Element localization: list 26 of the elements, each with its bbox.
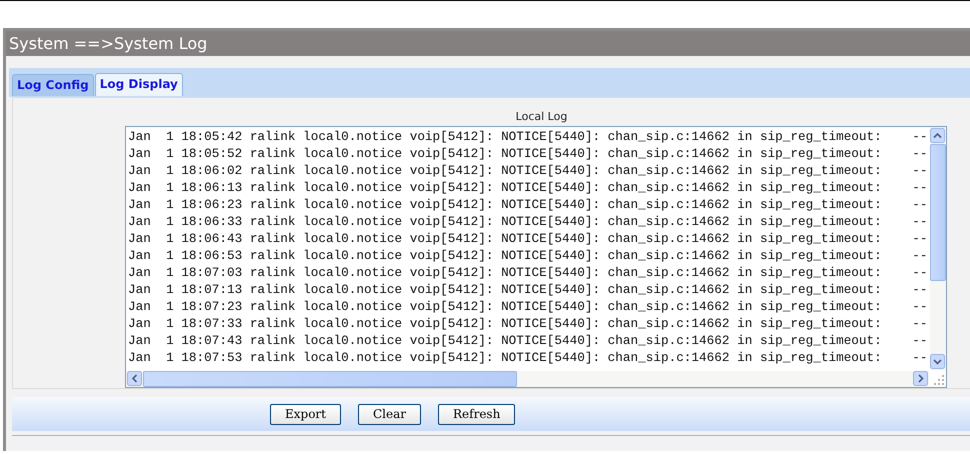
- log-line: Jan 1 18:06:53 ralink local0.notice voip[5412]: NOTICE[5440]: chan_sip.c:14662 in sip_reg_timeout: --: [128, 247, 928, 264]
- action-button[interactable]: Clear: [358, 404, 422, 424]
- log-line: Jan 1 18:07:23 ralink local0.notice voip[5412]: NOTICE[5440]: chan_sip.c:14662 in sip_reg_timeout: --: [128, 298, 928, 315]
- breadcrumb-title: System ==>System Log: [6, 31, 970, 56]
- log-line: Jan 1 18:06:33 ralink local0.notice voip[5412]: NOTICE[5440]: chan_sip.c:14662 in sip_reg_timeout: --: [128, 213, 928, 230]
- action-button[interactable]: Refresh: [438, 404, 516, 424]
- scroll-thumb[interactable]: [930, 144, 946, 281]
- log-line: Jan 1 18:07:33 ralink local0.notice voip[5412]: NOTICE[5440]: chan_sip.c:14662 in sip_reg_timeout: --: [128, 315, 928, 332]
- log-line: Jan 1 18:07:53 ralink local0.notice voip[5412]: NOTICE[5440]: chan_sip.c:14662 in sip_reg_timeout: --: [128, 349, 928, 366]
- scroll-thumb[interactable]: [143, 371, 517, 387]
- log-title: Local Log: [516, 110, 568, 123]
- log-line: Jan 1 18:05:52 ralink local0.notice voip[5412]: NOTICE[5440]: chan_sip.c:14662 in sip_reg_timeout: --: [128, 145, 928, 162]
- log-line: Jan 1 18:07:43 ralink local0.notice voip[5412]: NOTICE[5440]: chan_sip.c:14662 in sip_reg_timeout: --: [128, 332, 928, 349]
- log-line: Jan 1 18:06:02 ralink local0.notice voip[5412]: NOTICE[5440]: chan_sip.c:14662 in sip_reg_timeout: --: [128, 162, 928, 179]
- log-line: Jan 1 18:06:13 ralink local0.notice voip[5412]: NOTICE[5440]: chan_sip.c:14662 in sip_reg_timeout: --: [128, 179, 928, 196]
- log-line: Jan 1 18:07:13 ralink local0.notice voip[5412]: NOTICE[5440]: chan_sip.c:14662 in sip_reg_timeout: --: [128, 281, 928, 298]
- vertical-scrollbar[interactable]: [930, 127, 946, 370]
- action-button[interactable]: Export: [270, 404, 341, 424]
- tab[interactable]: Log Config: [12, 74, 94, 96]
- horizontal-scrollbar[interactable]: [126, 371, 929, 387]
- log-line: Jan 1 18:07:03 ralink local0.notice voip[5412]: NOTICE[5440]: chan_sip.c:14662 in sip_reg_timeout: --: [128, 264, 928, 281]
- log-line: Jan 1 18:06:43 ralink local0.notice voip[5412]: NOTICE[5440]: chan_sip.c:14662 in sip_reg_timeout: --: [128, 230, 928, 247]
- tab[interactable]: Log Display: [94, 73, 183, 96]
- log-line: Jan 1 18:06:23 ralink local0.notice voip[5412]: NOTICE[5440]: chan_sip.c:14662 in sip_reg_timeout: --: [128, 196, 928, 213]
- log-textarea[interactable]: [125, 126, 947, 388]
- log-line: Jan 1 18:05:42 ralink local0.notice voip[5412]: NOTICE[5440]: chan_sip.c:14662 in sip_reg_timeout: --: [128, 128, 928, 145]
